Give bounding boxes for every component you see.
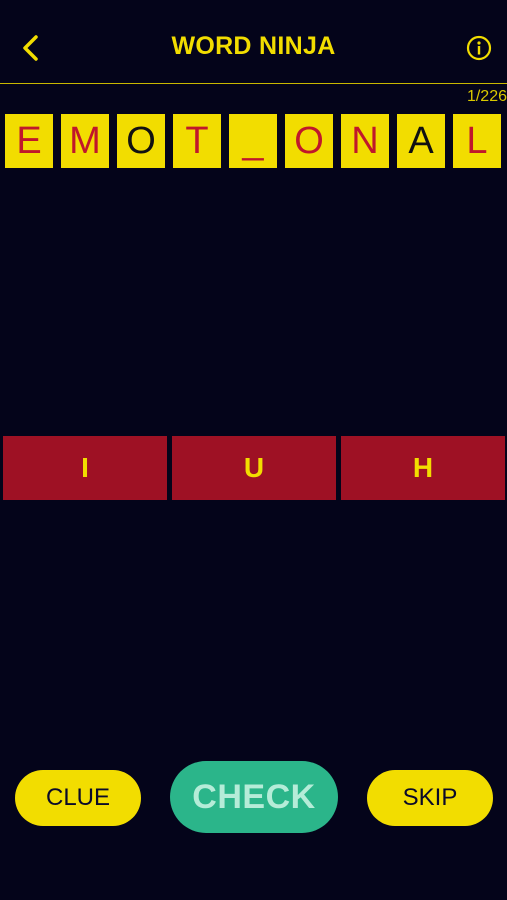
letter-tile: O (285, 114, 333, 168)
letter-tile: E (5, 114, 53, 168)
letter-tile: L (453, 114, 501, 168)
clue-button[interactable]: CLUE (15, 770, 141, 826)
skip-button[interactable]: SKIP (367, 770, 493, 826)
choice-letter-button[interactable]: I (3, 436, 167, 500)
info-icon (466, 35, 492, 61)
info-button[interactable] (465, 34, 493, 62)
letter-choices: I U H (3, 436, 505, 500)
letter-tile: N (341, 114, 389, 168)
word-puzzle: E M O T _ O N A L (5, 114, 501, 168)
blank-letter-tile: _ (229, 114, 277, 168)
choice-letter-button[interactable]: U (172, 436, 336, 500)
progress-counter: 1/226 (466, 88, 507, 105)
page-title: WORD NINJA (171, 32, 336, 60)
letter-tile: T (173, 114, 221, 168)
letter-tile: A (397, 114, 445, 168)
check-button[interactable]: CHECK (170, 761, 338, 833)
top-bar: WORD NINJA (0, 0, 507, 84)
choice-letter-button[interactable]: H (341, 436, 505, 500)
letter-tile: O (117, 114, 165, 168)
letter-tile: M (61, 114, 109, 168)
